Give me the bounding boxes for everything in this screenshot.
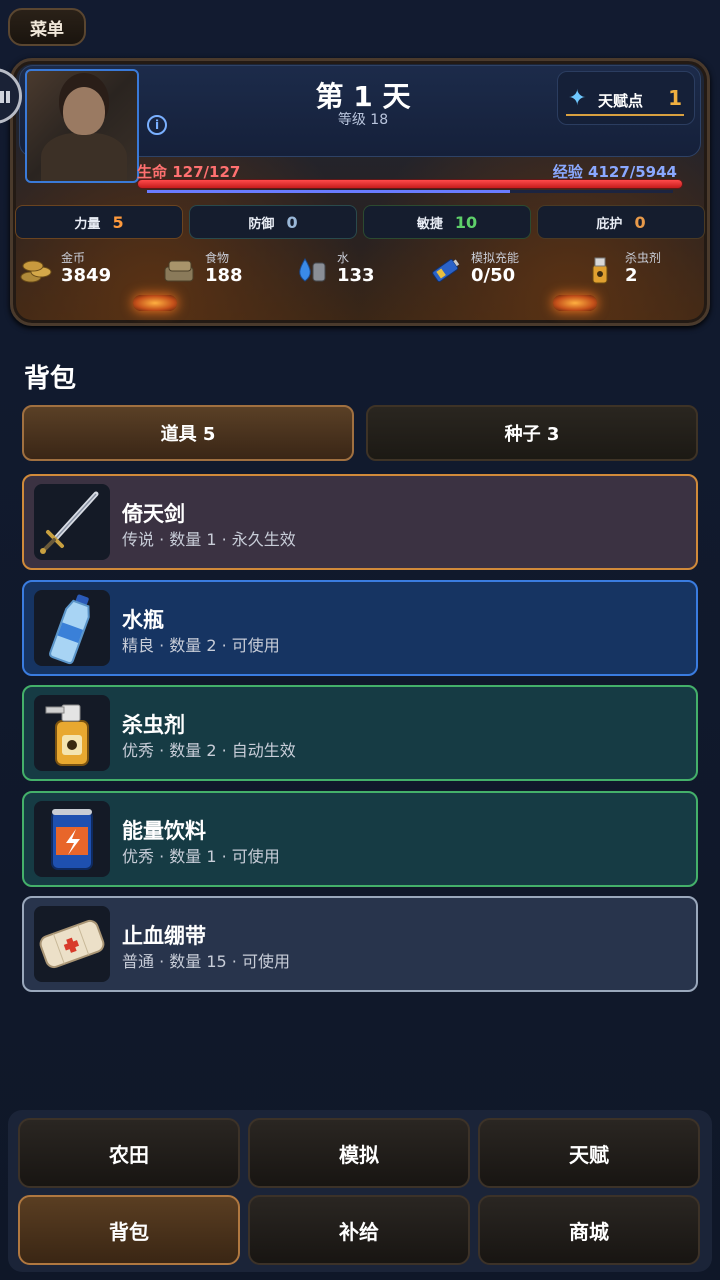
energy-drink-icon <box>51 809 93 870</box>
game-screen: 菜单 i 第 1 天 等级 18 ✦ 天赋点 1 生命 127/127 经验 4… <box>0 0 720 1280</box>
list-item[interactable]: 止血绷带 普通 · 数量 15 · 可使用 <box>22 896 698 992</box>
item-thumbnail <box>34 801 110 877</box>
resources-row: 金币 3849 食物 188 水 133 模拟充能 0/50 杀虫剂 2 <box>13 247 713 291</box>
stat-label: 敏捷 <box>416 216 443 232</box>
nav-shop-button[interactable]: 商城 <box>478 1195 700 1265</box>
item-thumbnail <box>34 484 110 560</box>
item-thumbnail <box>34 906 110 982</box>
menu-button[interactable]: 菜单 <box>8 8 86 46</box>
item-desc: 精良 · 数量 2 · 可使用 <box>122 636 280 655</box>
avatar-body <box>41 133 127 181</box>
resource-name: 金币 <box>61 251 86 265</box>
nav-supply-button[interactable]: 补给 <box>248 1195 470 1265</box>
resource-value: 188 <box>205 265 243 286</box>
nav-simulate-button[interactable]: 模拟 <box>248 1118 470 1188</box>
talent-label: 天赋点 <box>598 92 644 110</box>
item-name: 能量饮料 <box>122 819 206 843</box>
item-name: 水瓶 <box>122 608 164 632</box>
nav-talent-button[interactable]: 天赋 <box>478 1118 700 1188</box>
talent-value: 1 <box>668 86 682 110</box>
panel-lamp-left <box>133 295 177 311</box>
item-thumbnail <box>34 590 110 666</box>
stat-value: 10 <box>454 212 478 232</box>
stats-row: 力量 5 防御 0 敏捷 10 庇护 0 <box>15 205 705 239</box>
talent-underline <box>566 114 684 116</box>
hp-bar <box>137 179 683 189</box>
stat-strength: 力量 5 <box>15 205 183 239</box>
stat-defense: 防御 0 <box>189 205 357 239</box>
stat-protection: 庇护 0 <box>537 205 705 239</box>
xp-bar <box>147 190 673 193</box>
status-panel: i 第 1 天 等级 18 ✦ 天赋点 1 生命 127/127 经验 4127… <box>10 58 710 326</box>
resource-name: 食物 <box>205 251 230 265</box>
star-icon: ✦ <box>568 86 587 111</box>
resource-value: 3849 <box>61 265 112 286</box>
bandage-icon <box>39 919 105 969</box>
xp-bar-fill <box>147 190 510 193</box>
tab-seeds[interactable]: 种子 3 <box>366 405 698 461</box>
resource-name: 水 <box>337 251 350 265</box>
item-desc: 优秀 · 数量 2 · 自动生效 <box>122 741 296 760</box>
talent-points-box[interactable]: ✦ 天赋点 1 <box>557 71 695 125</box>
item-name: 倚天剑 <box>122 502 185 526</box>
panel-lamp-right <box>553 295 597 311</box>
nav-farm-button[interactable]: 农田 <box>18 1118 240 1188</box>
stat-label: 力量 <box>74 216 101 232</box>
food-icon <box>164 260 194 282</box>
list-item[interactable]: 倚天剑 传说 · 数量 1 · 永久生效 <box>22 474 698 570</box>
bottom-nav: 农田 模拟 天赋 背包 补给 商城 <box>8 1110 712 1272</box>
stat-label: 庇护 <box>596 216 623 232</box>
spray-icon <box>592 257 608 284</box>
water-bottle-icon <box>49 594 90 665</box>
item-thumbnail <box>34 695 110 771</box>
resource-name: 模拟充能 <box>471 251 520 265</box>
resource-name: 杀虫剂 <box>625 251 662 265</box>
backpack-title: 背包 <box>24 364 77 394</box>
item-name: 止血绷带 <box>122 924 206 948</box>
tab-items[interactable]: 道具 5 <box>22 405 354 461</box>
stat-value: 0 <box>286 212 298 232</box>
resource-value: 2 <box>625 265 638 286</box>
stat-value: 5 <box>112 212 124 232</box>
item-name: 杀虫剂 <box>122 713 185 737</box>
list-item[interactable]: 杀虫剂 优秀 · 数量 2 · 自动生效 <box>22 685 698 781</box>
item-desc: 优秀 · 数量 1 · 可使用 <box>122 847 280 866</box>
list-item[interactable]: 能量饮料 优秀 · 数量 1 · 可使用 <box>22 791 698 887</box>
water-icon <box>299 258 326 282</box>
stat-agility: 敏捷 10 <box>363 205 531 239</box>
resource-value: 133 <box>337 265 375 286</box>
stat-label: 防御 <box>248 216 275 232</box>
stat-value: 0 <box>634 212 646 232</box>
item-desc: 普通 · 数量 15 · 可使用 <box>122 952 290 971</box>
resource-value: 0/50 <box>471 265 516 286</box>
sword-icon <box>40 491 99 554</box>
nav-backpack-button[interactable]: 背包 <box>18 1195 240 1265</box>
hp-bar-fill <box>138 180 682 188</box>
coins-icon <box>20 260 52 283</box>
list-item[interactable]: 水瓶 精良 · 数量 2 · 可使用 <box>22 580 698 676</box>
item-desc: 传说 · 数量 1 · 永久生效 <box>122 530 296 549</box>
battery-icon <box>432 259 460 283</box>
insecticide-icon <box>45 704 89 766</box>
